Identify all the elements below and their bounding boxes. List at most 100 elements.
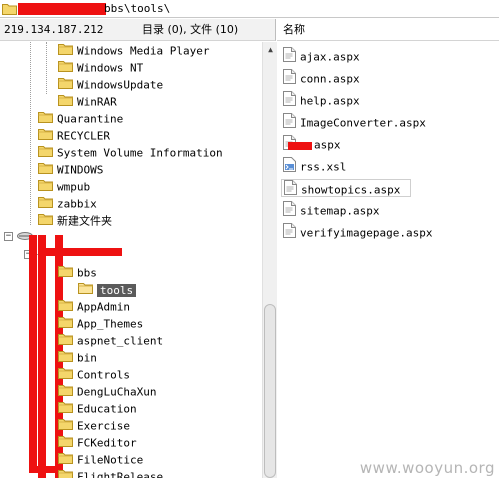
tree-folder-label: wmpub [57, 180, 91, 194]
file-list-item[interactable]: ajax.aspx [283, 47, 360, 65]
tree-folder-item[interactable]: FCKeditor [58, 434, 137, 451]
tree-folder-item[interactable]: Controls [58, 366, 130, 383]
folder-icon [38, 196, 53, 213]
left-panel-header: 219.134.187.212 目录 (0), 文件 (10) [0, 19, 276, 41]
folder-icon [38, 213, 53, 230]
folder-icon [38, 162, 53, 179]
tree-folder-item[interactable]: Windows NT [58, 59, 143, 76]
tree-folder-label: Windows NT [77, 61, 144, 75]
tree-folder-item[interactable]: Education [58, 400, 137, 417]
file-name: aspx [314, 138, 341, 152]
collapse-drive-toggle[interactable]: − [4, 232, 13, 241]
tree-folder-label: bbs [77, 266, 97, 280]
tree-folder-item[interactable]: bbs [58, 264, 97, 281]
open-folder-icon [78, 282, 93, 299]
tree-folder-label: Exercise [77, 419, 130, 433]
tree-folder-item[interactable]: System Volume Information [38, 144, 223, 161]
tree-folder-label: WinRAR [77, 95, 117, 109]
tree-folder-label: WindowsUpdate [77, 78, 164, 92]
folder-icon [58, 43, 73, 60]
folder-icon [58, 367, 73, 384]
folder-icon [58, 94, 73, 111]
folder-icon [58, 77, 73, 94]
folder-icon [38, 128, 53, 145]
file-list-item[interactable]: verifyimagepage.aspx [283, 223, 432, 241]
tree-folder-item[interactable]: 新建文件夹 [38, 212, 112, 229]
file-name: ajax.aspx [300, 50, 360, 64]
tree-folder-item[interactable]: FileNotice [58, 451, 143, 468]
document-icon [284, 180, 297, 201]
redaction-bar-middle [38, 235, 46, 478]
tree-folder-item[interactable]: Exercise [58, 417, 130, 434]
scrollbar-thumb[interactable] [264, 304, 276, 478]
document-icon [283, 113, 296, 134]
file-list-item[interactable]: conn.aspx [283, 69, 360, 87]
tree-folder-item-selected[interactable]: tools [78, 281, 137, 299]
tree-folder-label: bin [77, 351, 97, 365]
tree-folder-label: FlightRelease [77, 470, 164, 478]
folder-icon [58, 435, 73, 452]
tree-folder-item[interactable]: zabbix [38, 195, 97, 212]
xsl-document-icon [283, 157, 296, 178]
tree-folder-label: System Volume Information [57, 146, 223, 160]
file-name: sitemap.aspx [300, 204, 380, 218]
folder-icon [58, 333, 73, 350]
file-list-item[interactable]: ImageConverter.aspx [283, 113, 426, 131]
file-name: showtopics.aspx [301, 183, 401, 197]
redaction-bar-bottom [29, 466, 55, 473]
tree-folder-item[interactable]: DengLuChaXun [58, 383, 156, 400]
document-icon [283, 47, 296, 68]
folder-icon [58, 452, 73, 469]
folder-icon [58, 384, 73, 401]
file-name: ImageConverter.aspx [300, 116, 426, 130]
scroll-up-arrow[interactable]: ▲ [265, 44, 276, 55]
file-list: ajax.aspx conn.aspx help.aspx ImageConverte… [277, 42, 499, 478]
tree-folder-item[interactable]: App_Themes [58, 315, 143, 332]
document-icon [283, 201, 296, 222]
path-bar: bbs\tools\ [0, 0, 499, 18]
tree-folder-item[interactable]: RECYCLER [38, 127, 110, 144]
file-name: conn.aspx [300, 72, 360, 86]
file-list-item[interactable]: rss.xsl [283, 157, 346, 175]
folder-icon [58, 60, 73, 77]
directory-tree: − − Windows Media PlayerWindows NTWindow… [0, 42, 262, 478]
folder-icon [38, 179, 53, 196]
name-column-header[interactable]: 名称 [283, 23, 305, 37]
tree-folder-label: FileNotice [77, 453, 144, 467]
tree-folder-item[interactable]: bin [58, 349, 97, 366]
tree-folder-label: RECYCLER [57, 129, 110, 143]
file-name: rss.xsl [300, 160, 347, 174]
file-list-item[interactable]: help.aspx [283, 91, 360, 109]
tree-folder-label: AppAdmin [77, 300, 130, 314]
redaction-bar-left [29, 235, 37, 470]
tree-folder-label: Windows Media Player [77, 44, 210, 58]
tree-folder-item[interactable]: aspnet_client [58, 332, 163, 349]
tree-folder-item[interactable]: WINDOWS [38, 161, 103, 178]
tree-folder-item[interactable]: FlightRelease [58, 468, 163, 478]
redacted-file-name [288, 141, 312, 150]
tree-folder-label: FCKeditor [77, 436, 137, 450]
tree-folder-item[interactable]: Windows Media Player [58, 42, 209, 59]
tree-folder-label: DengLuChaXun [77, 385, 157, 399]
tree-folder-item[interactable]: wmpub [38, 178, 90, 195]
tree-folder-label: aspnet_client [77, 334, 164, 348]
folder-icon [58, 401, 73, 418]
tree-folder-item[interactable]: WinRAR [58, 93, 117, 110]
folder-icon [58, 299, 73, 316]
folder-icon [58, 316, 73, 333]
file-list-item[interactable]: showtopics.aspx [281, 179, 411, 197]
dir-file-counts: 目录 (0), 文件 (10) [142, 23, 239, 36]
tree-folder-label: Controls [77, 368, 130, 382]
tree-scrollbar[interactable]: ▲ [262, 42, 277, 478]
document-icon [283, 91, 296, 112]
tree-folder-label: tools [97, 283, 137, 297]
file-list-item[interactable]: aspx [283, 135, 341, 153]
folder-icon [58, 469, 73, 478]
file-list-header: 名称 [277, 19, 499, 41]
tree-folder-item[interactable]: AppAdmin [58, 298, 130, 315]
folder-icon [58, 265, 73, 282]
document-icon [283, 223, 296, 244]
file-list-item[interactable]: sitemap.aspx [283, 201, 379, 219]
tree-folder-item[interactable]: Quarantine [38, 110, 123, 127]
tree-folder-item[interactable]: WindowsUpdate [58, 76, 163, 93]
